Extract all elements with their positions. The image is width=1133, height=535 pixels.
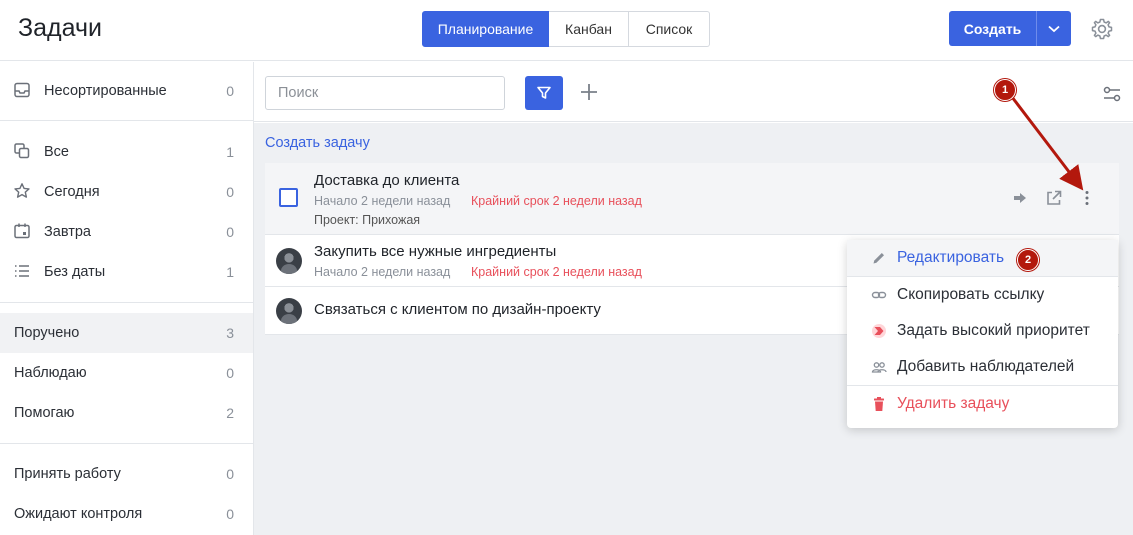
tab-planning[interactable]: Планирование xyxy=(422,11,549,47)
menu-item-label: Редактировать xyxy=(897,249,1005,266)
more-vertical-icon[interactable] xyxy=(1078,189,1096,207)
create-button[interactable]: Создать xyxy=(949,11,1037,46)
sidebar-item-all[interactable]: Все 1 xyxy=(0,132,253,172)
task-row[interactable]: Доставка до клиента Начало 2 недели наза… xyxy=(265,163,1119,235)
divider xyxy=(0,120,253,121)
sidebar-item-accept-work[interactable]: Принять работу 0 xyxy=(0,454,253,494)
task-title[interactable]: Доставка до клиента xyxy=(314,172,459,189)
gear-icon[interactable] xyxy=(1090,17,1114,41)
trash-icon xyxy=(874,397,884,411)
sidebar-item-assigned[interactable]: Поручено 3 xyxy=(0,313,253,353)
page-title: Задачи xyxy=(18,14,102,42)
menu-item-copy-link[interactable]: Скопировать ссылку xyxy=(847,277,1118,313)
sidebar-item-label: Принять работу xyxy=(14,466,121,482)
sidebar-item-label: Несортированные xyxy=(44,83,167,99)
sidebar-item-watching[interactable]: Наблюдаю 0 xyxy=(0,353,253,393)
menu-item-label: Добавить наблюдателей xyxy=(897,358,1075,375)
menu-item-edit[interactable]: Редактировать xyxy=(847,240,1118,276)
sidebar-item-count: 0 xyxy=(226,506,234,522)
menu-item-label: Задать высокий приоритет xyxy=(897,322,1090,339)
users-icon xyxy=(871,362,887,373)
sidebar-item-label: Ожидают контроля xyxy=(14,506,143,522)
menu-item-label: Удалить задачу xyxy=(897,395,1010,412)
divider xyxy=(0,443,253,444)
filter-button[interactable] xyxy=(525,76,563,110)
task-start: Начало 2 недели назад xyxy=(314,194,451,208)
open-external-icon[interactable] xyxy=(1045,189,1063,207)
task-title[interactable]: Закупить все нужные ингредиенты xyxy=(314,243,556,260)
sidebar-item-today[interactable]: Сегодня 0 xyxy=(0,172,253,212)
search-input[interactable] xyxy=(265,76,505,110)
sidebar-item-count: 0 xyxy=(226,224,234,240)
create-button-group: Создать xyxy=(949,11,1071,46)
sliders-icon[interactable] xyxy=(1102,84,1122,104)
avatar xyxy=(276,248,302,274)
create-dropdown-button[interactable] xyxy=(1037,11,1071,46)
task-title[interactable]: Связаться с клиентом по дизайн-проекту xyxy=(314,301,601,318)
sidebar-item-label: Без даты xyxy=(44,264,106,280)
pencil-icon xyxy=(873,253,884,264)
menu-item-label: Скопировать ссылку xyxy=(897,286,1045,303)
sidebar-item-label: Все xyxy=(44,144,69,160)
sidebar: Несортированные 0 Все 1 Сегодня 0 Завтра… xyxy=(0,62,254,535)
sidebar-item-count: 1 xyxy=(226,264,234,280)
priority-icon xyxy=(872,324,886,338)
copy-icon xyxy=(14,143,30,159)
sidebar-item-inbox[interactable]: Несортированные 0 xyxy=(0,71,253,111)
inbox-icon xyxy=(14,82,30,98)
task-deadline: Крайний срок 2 недели назад xyxy=(471,265,642,279)
menu-item-add-watchers[interactable]: Добавить наблюдателей xyxy=(847,349,1118,385)
sidebar-item-no-date[interactable]: Без даты 1 xyxy=(0,252,253,292)
sidebar-item-count: 1 xyxy=(226,144,234,160)
sidebar-item-tomorrow[interactable]: Завтра 0 xyxy=(0,212,253,252)
menu-item-high-priority[interactable]: Задать высокий приоритет xyxy=(847,313,1118,349)
task-project: Проект: Прихожая xyxy=(314,213,421,227)
sidebar-item-count: 0 xyxy=(226,466,234,482)
sidebar-item-count: 0 xyxy=(226,83,234,99)
task-deadline: Крайний срок 2 недели назад xyxy=(471,194,642,208)
sidebar-item-count: 2 xyxy=(226,405,234,421)
tab-list[interactable]: Список xyxy=(629,11,710,47)
sidebar-item-label: Завтра xyxy=(44,224,91,240)
header: Задачи Планирование Канбан Список Создат… xyxy=(0,0,1133,61)
task-context-menu: Редактировать Скопировать ссылку Задать … xyxy=(847,240,1118,428)
sidebar-item-awaiting-control[interactable]: Ожидают контроля 0 xyxy=(0,494,253,534)
sidebar-item-label: Помогаю xyxy=(14,405,75,421)
sidebar-item-label: Сегодня xyxy=(44,184,100,200)
annotation-badge-2: 2 xyxy=(1017,249,1039,271)
chevron-down-icon xyxy=(1048,25,1060,32)
task-start: Начало 2 недели назад xyxy=(314,265,451,279)
avatar xyxy=(276,298,302,324)
star-icon xyxy=(14,183,30,198)
sidebar-item-label: Наблюдаю xyxy=(14,365,87,381)
divider xyxy=(0,302,253,303)
tab-kanban[interactable]: Канбан xyxy=(549,11,629,47)
sidebar-item-label: Поручено xyxy=(14,325,80,341)
list-icon xyxy=(15,265,29,277)
menu-item-delete[interactable]: Удалить задачу xyxy=(847,386,1118,422)
filter-icon xyxy=(537,86,551,99)
plus-icon[interactable] xyxy=(578,81,600,103)
sidebar-item-count: 3 xyxy=(226,325,234,341)
sidebar-item-count: 0 xyxy=(226,365,234,381)
arrow-right-icon[interactable] xyxy=(1011,189,1029,207)
annotation-badge-1: 1 xyxy=(994,79,1016,101)
link-icon xyxy=(871,291,887,299)
view-switcher: Планирование Канбан Список xyxy=(422,11,710,47)
task-checkbox[interactable] xyxy=(279,188,298,207)
sidebar-item-count: 0 xyxy=(226,184,234,200)
sidebar-item-helping[interactable]: Помогаю 2 xyxy=(0,393,253,433)
calendar-icon xyxy=(14,223,30,239)
create-task-link[interactable]: Создать задачу xyxy=(265,135,370,151)
